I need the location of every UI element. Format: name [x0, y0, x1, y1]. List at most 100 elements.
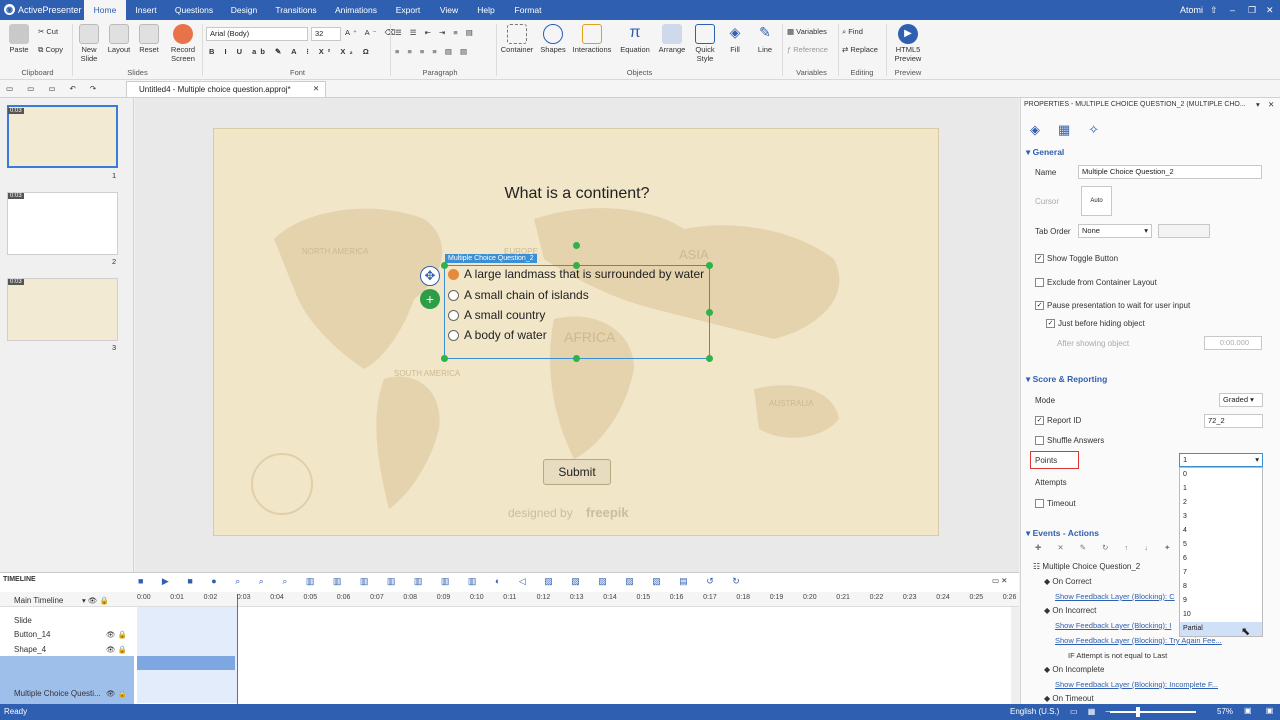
answer-option-4[interactable]: A body of water — [464, 328, 547, 342]
points-option[interactable]: 0 — [1180, 468, 1262, 482]
font-style-buttons[interactable]: B I U ab ✎ A ⁝ X² X₂ Ω — [209, 47, 373, 56]
timeline-object-bar[interactable] — [137, 656, 235, 670]
action-show-feedback-try-again[interactable]: Show Feedback Layer (Blocking): Try Agai… — [1055, 636, 1222, 645]
general-section-header[interactable]: ▾ General — [1026, 147, 1064, 158]
exclude-container-checkbox[interactable] — [1035, 278, 1044, 287]
main-timeline-label[interactable]: Main Timeline — [14, 596, 63, 605]
action-show-feedback-incomplete[interactable]: Show Feedback Layer (Blocking): Incomple… — [1055, 680, 1218, 689]
events-root-node[interactable]: ☷ Multiple Choice Question_2 — [1033, 562, 1140, 571]
radio-button[interactable] — [448, 310, 459, 321]
maximize-icon[interactable]: ❐ — [1248, 5, 1256, 16]
report-id-checkbox[interactable]: ✓ — [1035, 416, 1044, 425]
list-buttons[interactable]: ☰ ☰ ⇤ ⇥ ≡ ▤ — [395, 28, 476, 37]
timeline-scrollbar[interactable] — [1011, 607, 1019, 704]
document-tab[interactable]: Untitled4 - Multiple choice question.app… — [126, 81, 326, 97]
resize-handle[interactable] — [441, 262, 448, 269]
events-toolbar[interactable]: ✚ ✕ ✎ ↻ ↑ ↓ ✦ — [1035, 543, 1177, 552]
view-mode-icons[interactable]: ▭ ▦ ─ — [1070, 707, 1115, 716]
slide-thumbnail-3[interactable] — [7, 278, 118, 341]
fit-window-icons[interactable]: ▣ ▣ — [1244, 706, 1279, 715]
pause-presentation-checkbox[interactable]: ✓ — [1035, 301, 1044, 310]
tab-format[interactable]: Format — [506, 0, 550, 20]
row-visibility-icon[interactable]: 👁 🔒 — [106, 630, 127, 639]
event-on-incomplete[interactable]: ◆ On Incomplete — [1044, 665, 1104, 674]
name-input[interactable]: Multiple Choice Question_2 — [1078, 165, 1262, 179]
help-icon[interactable]: ⇧ — [1210, 5, 1218, 16]
close-tab-icon[interactable]: ✕ — [313, 84, 319, 93]
cursor-picker[interactable]: Auto — [1081, 186, 1112, 216]
event-on-timeout[interactable]: ◆ On Timeout — [1044, 694, 1094, 703]
resize-handle[interactable] — [706, 309, 713, 316]
radio-button[interactable] — [448, 330, 459, 341]
tab-view[interactable]: View — [432, 0, 466, 20]
slide-thumbnail-1[interactable] — [7, 105, 118, 168]
radio-button-selected[interactable] — [448, 269, 459, 280]
slide[interactable]: NORTH AMERICA EUROPE ASIA AFRICA SOUTH A… — [213, 128, 939, 536]
answer-option-2[interactable]: A small chain of islands — [464, 288, 589, 302]
tab-questions[interactable]: Questions — [168, 0, 220, 20]
show-toggle-checkbox[interactable]: ✓ — [1035, 254, 1044, 263]
score-section-header[interactable]: ▾ Score & Reporting — [1026, 374, 1107, 385]
interactions-button[interactable]: Interactions — [570, 24, 614, 54]
font-size-select[interactable]: 32 — [311, 27, 341, 41]
font-family-select[interactable]: Arial (Body) — [206, 27, 308, 41]
events-section-header[interactable]: ▾ Events - Actions — [1026, 528, 1099, 539]
close-panel-icon[interactable]: ✕ — [1268, 100, 1274, 109]
reset-button[interactable]: Reset — [136, 24, 162, 54]
report-id-input[interactable]: 72_2 — [1204, 414, 1263, 428]
container-button[interactable]: Container — [498, 24, 536, 54]
points-option[interactable]: 5 — [1180, 538, 1262, 552]
timeline-row-label[interactable]: Shape_4 — [14, 645, 46, 654]
radio-button[interactable] — [448, 290, 459, 301]
zoom-slider-thumb[interactable] — [1136, 707, 1140, 717]
zoom-slider[interactable] — [1110, 711, 1196, 713]
timeline-toolbar[interactable]: ■ ▶ ■ ● ⌕ ⌕ ⌕ ▥ ▥ ▥ ▥ ▥ ▥ ▥ ◐ ◁ ▨ ▨ ▨ ▨ … — [138, 576, 748, 587]
points-option[interactable]: 3 — [1180, 510, 1262, 524]
event-on-incorrect[interactable]: ◆ On Incorrect — [1044, 606, 1096, 615]
mode-select[interactable]: Graded ▾ — [1219, 393, 1263, 407]
resize-handle[interactable] — [573, 355, 580, 362]
new-slide-button[interactable]: New Slide — [76, 24, 102, 63]
just-before-checkbox[interactable]: ✓ — [1046, 319, 1055, 328]
points-option[interactable]: 1 — [1180, 482, 1262, 496]
move-icon[interactable]: ✥ — [420, 266, 440, 286]
playhead[interactable] — [237, 594, 238, 704]
quick-style-button[interactable]: Quick Style — [690, 24, 720, 63]
shuffle-checkbox[interactable] — [1035, 436, 1044, 445]
tab-transitions[interactable]: Transitions — [270, 0, 322, 20]
tab-order-select[interactable]: None ▾ — [1078, 224, 1152, 238]
replace-button[interactable]: ⇄ Replace — [842, 45, 878, 54]
answer-option-3[interactable]: A small country — [464, 308, 545, 322]
close-icon[interactable]: ✕ — [1266, 5, 1274, 16]
tab-home[interactable]: Home — [84, 0, 126, 20]
event-on-correct[interactable]: ◆ On Correct — [1044, 577, 1092, 586]
record-screen-button[interactable]: Record Screen — [164, 24, 202, 63]
points-select[interactable]: 1 ▾ — [1179, 453, 1263, 467]
row-visibility-icon[interactable]: 👁 🔒 — [106, 645, 127, 654]
arrange-button[interactable]: Arrange — [656, 24, 688, 54]
points-dropdown-list[interactable]: 0 1 2 3 4 5 6 7 8 9 10 Partial — [1179, 467, 1263, 637]
points-option[interactable]: 4 — [1180, 524, 1262, 538]
properties-tab-icons[interactable]: ◈▦✧ — [1030, 122, 1117, 138]
panel-menu-icon[interactable]: ▾ — [1256, 100, 1260, 109]
tab-design[interactable]: Design — [224, 0, 264, 20]
timeline-row-label[interactable]: Multiple Choice Questi... — [14, 689, 101, 698]
copy-button[interactable]: ⧉ Copy — [38, 45, 63, 55]
tab-animations[interactable]: Animations — [328, 0, 384, 20]
action-show-feedback-incorrect[interactable]: Show Feedback Layer (Blocking): I — [1055, 621, 1171, 630]
fill-button[interactable]: ◈ Fill — [722, 24, 748, 54]
points-option[interactable]: 10 — [1180, 608, 1262, 622]
timeout-checkbox[interactable] — [1035, 499, 1044, 508]
timeline-row-label[interactable]: Slide — [14, 616, 32, 625]
rotate-handle[interactable] — [573, 242, 580, 249]
html5-preview-button[interactable]: ▶ HTML5 Preview — [890, 24, 926, 63]
points-option[interactable]: 2 — [1180, 496, 1262, 510]
points-option[interactable]: 6 — [1180, 552, 1262, 566]
slide-thumbnail-2[interactable] — [7, 192, 118, 255]
tab-export[interactable]: Export — [390, 0, 426, 20]
submit-button[interactable]: Submit — [543, 459, 611, 485]
paste-button[interactable]: Paste — [6, 24, 32, 54]
points-option[interactable]: 9 — [1180, 594, 1262, 608]
add-icon[interactable]: + — [420, 289, 440, 309]
minimize-icon[interactable]: – — [1230, 5, 1235, 15]
